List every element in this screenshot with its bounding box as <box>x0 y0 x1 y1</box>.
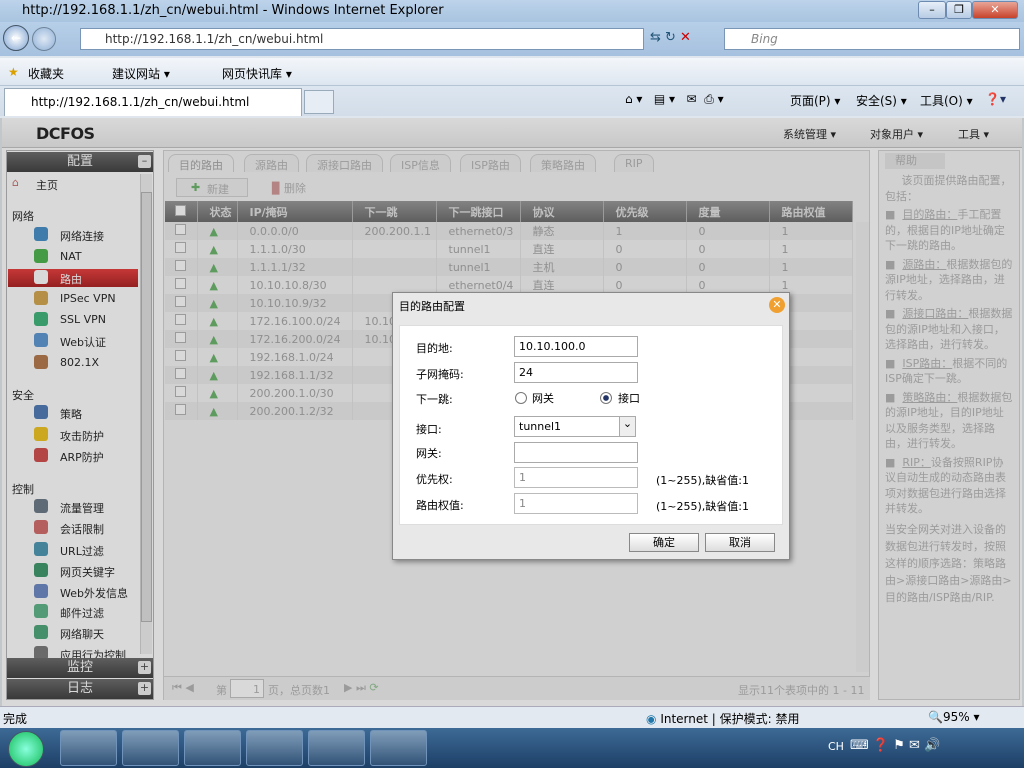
cancel-button[interactable]: 取消 <box>705 533 775 552</box>
zone-text: ◉ Internet | 保护模式: 禁用 <box>646 712 800 726</box>
minimize-button[interactable]: – <box>918 1 946 19</box>
maximize-button[interactable]: ❐ <box>946 1 972 19</box>
language-indicator[interactable]: CH <box>828 740 844 753</box>
status-text: 完成 <box>3 712 28 726</box>
window-title: http://192.168.1.1/zh_cn/webui.html - Wi… <box>22 3 444 18</box>
help-icon[interactable]: ❓▾ <box>985 92 1006 106</box>
favorites-bar: ★ 收藏夹 建议网站 ▾ 网页快讯库 ▾ <box>0 58 1024 86</box>
status-bar: 完成 ◉ Internet | 保护模式: 禁用 🔍95% ▾ <box>0 706 1024 728</box>
safety-menu[interactable]: 安全(S) ▾ <box>856 92 907 109</box>
weight-input[interactable]: 1 <box>514 493 638 514</box>
taskbar-app2[interactable] <box>308 730 365 766</box>
search-input[interactable]: Bing <box>724 28 1020 50</box>
gateway-input[interactable] <box>514 442 638 463</box>
fav-suggested-sites[interactable]: 建议网站 ▾ <box>112 65 170 82</box>
globe-icon: ◉ <box>646 712 657 726</box>
dialog-title: 目的路由配置 <box>399 300 465 313</box>
start-button[interactable] <box>8 731 44 767</box>
ok-button[interactable]: 确定 <box>629 533 699 552</box>
interface-select[interactable]: tunnel1 ⌄ <box>514 416 636 437</box>
taskbar-app1[interactable] <box>246 730 303 766</box>
fav-web-slices[interactable]: 网页快讯库 ▾ <box>222 65 292 82</box>
close-button[interactable]: ✕ <box>972 1 1018 19</box>
route-config-dialog: 目的路由配置 ✕ 目的地: 10.10.100.0 子网掩码: 24 下一跳: … <box>392 292 790 560</box>
address-bar[interactable]: http://192.168.1.1/zh_cn/webui.html <box>80 28 644 50</box>
favorites-button[interactable]: 收藏夹 <box>28 65 64 82</box>
window-titlebar: http://192.168.1.1/zh_cn/webui.html - Wi… <box>0 0 1024 22</box>
tray-icons[interactable]: ⌨ ❓ ⚑ ✉ 🔊 <box>850 738 940 753</box>
home-icon[interactable]: ⌂ ▾ ▤ ▾ ✉ ⎙ ▾ <box>625 92 724 107</box>
destination-input[interactable]: 10.10.100.0 <box>514 336 638 357</box>
star-icon: ★ <box>8 65 19 79</box>
taskbar-media[interactable] <box>184 730 241 766</box>
dialog-body: 目的地: 10.10.100.0 子网掩码: 24 下一跳: 网关 接口 接口:… <box>399 325 783 525</box>
new-tab-button[interactable] <box>304 90 334 114</box>
radio-gateway[interactable] <box>515 392 527 404</box>
forward-button[interactable] <box>32 27 56 51</box>
tools-menu[interactable]: 工具(O) ▾ <box>920 92 973 109</box>
browser-tab[interactable]: http://192.168.1.1/zh_cn/webui.html <box>4 88 302 116</box>
taskbar-explorer[interactable] <box>122 730 179 766</box>
radio-interface[interactable] <box>600 392 612 404</box>
priority-input[interactable]: 1 <box>514 467 638 488</box>
chevron-down-icon: ⌄ <box>619 417 635 436</box>
stop-icon[interactable]: ⇆ ↻ ✕ <box>650 30 691 45</box>
taskbar-app3[interactable] <box>370 730 427 766</box>
taskbar-ie[interactable] <box>60 730 117 766</box>
page-menu[interactable]: 页面(P) ▾ <box>790 92 840 109</box>
zoom-button[interactable]: 🔍95% ▾ <box>928 710 979 724</box>
close-icon[interactable]: ✕ <box>769 297 785 313</box>
back-button[interactable]: ← <box>3 25 29 51</box>
subnet-mask-input[interactable]: 24 <box>514 362 638 383</box>
